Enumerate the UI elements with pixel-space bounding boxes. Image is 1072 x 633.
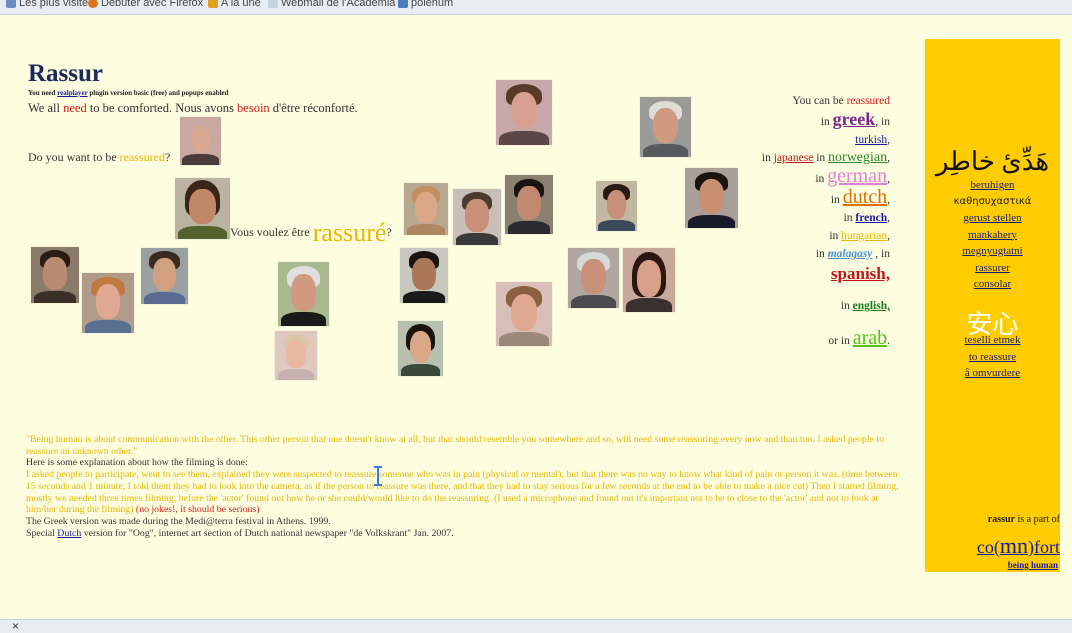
- language-link-dutch[interactable]: dutch: [843, 186, 887, 208]
- bookmark-folder-icon: [6, 0, 16, 8]
- language-link-malagasy[interactable]: malagasy: [828, 248, 873, 260]
- portrait-thumbnail[interactable]: [404, 183, 448, 235]
- portrait-thumbnail[interactable]: [398, 321, 443, 376]
- bookmark-polenum[interactable]: polenum: [398, 0, 453, 9]
- no-jokes-note: (no jokes!, it should be serious): [133, 504, 260, 516]
- language-link-norwegian[interactable]: norwegian: [828, 150, 887, 165]
- portrait-thumbnail[interactable]: [623, 248, 675, 312]
- bookmark-most-visited[interactable]: Les plus visités: [6, 0, 94, 9]
- translation-link-malagasy[interactable]: mankahery: [925, 227, 1060, 244]
- portrait-thumbnail[interactable]: [175, 178, 230, 239]
- greek-version-note: The Greek version was made during the Me…: [26, 515, 331, 527]
- quote-text: "Being human is about communication with…: [26, 434, 885, 457]
- bookmark-getting-started[interactable]: Débuter avec Firefox: [88, 0, 203, 9]
- text-cursor-icon: [374, 466, 382, 486]
- comfort-link[interactable]: co(mn)fort: [977, 533, 1060, 559]
- translation-link-dutch[interactable]: gerust stellen: [925, 210, 1060, 227]
- portrait-thumbnail[interactable]: [568, 248, 619, 308]
- portrait-thumbnail[interactable]: [596, 181, 637, 231]
- portrait-thumbnail[interactable]: [275, 331, 317, 380]
- close-icon[interactable]: ×: [12, 619, 19, 633]
- portrait-thumbnail[interactable]: [453, 189, 501, 245]
- dutch-version-link[interactable]: Dutch: [57, 528, 81, 539]
- arabic-title: هَدِّئ خاطِر: [935, 147, 1050, 176]
- portrait-thumbnail[interactable]: [31, 247, 79, 303]
- translation-link-hungarian[interactable]: megnyugtatni: [925, 243, 1060, 260]
- dutch-version-note: Special Dutch version for "Oog", interne…: [26, 527, 454, 539]
- language-link-german[interactable]: german: [827, 165, 887, 187]
- translation-sidebar: هَدِّئ خاطِر beruhigen καθησυχαστικά ger…: [925, 39, 1060, 572]
- bookmark-headlines[interactable]: A la une: [208, 0, 261, 9]
- part-of-text: rassur is a part of: [987, 514, 1060, 525]
- portrait-thumbnail[interactable]: [400, 248, 448, 303]
- language-link-spanish[interactable]: spanish,: [831, 264, 890, 283]
- language-link-hungarian[interactable]: hungarian: [841, 230, 887, 242]
- being-human-link[interactable]: being human: [1008, 560, 1058, 570]
- portrait-thumbnail[interactable]: [82, 273, 134, 333]
- portrait-thumbnail[interactable]: [685, 168, 738, 228]
- portrait-thumbnail[interactable]: [505, 175, 553, 234]
- translation-link-norwegian[interactable]: å omvurdere: [925, 365, 1060, 382]
- translation-list: beruhigen καθησυχαστικά gerust stellen m…: [925, 177, 1060, 293]
- explanation-block: "Being human is about communication with…: [26, 434, 906, 539]
- page-icon: [398, 0, 408, 8]
- translation-greek: καθησυχαστικά: [953, 195, 1032, 207]
- language-link-english[interactable]: english,: [853, 300, 890, 312]
- plugin-note: You need realplayer plugin version basic…: [28, 89, 229, 97]
- translation-link-german[interactable]: beruhigen: [925, 177, 1060, 194]
- language-list: You can be reassured in greek, in turkis…: [761, 95, 890, 349]
- status-bar: ×: [0, 619, 1072, 633]
- translation-link-spanish[interactable]: consolar: [925, 276, 1060, 293]
- question-french: Vous voulez être rassuré?: [230, 218, 392, 247]
- page-title: Rassur: [28, 60, 104, 87]
- portrait-thumbnail[interactable]: [141, 248, 188, 304]
- portrait-thumbnail[interactable]: [278, 262, 329, 326]
- language-link-japanese[interactable]: japanese: [774, 152, 814, 164]
- page-icon: [268, 0, 278, 8]
- bookmark-webmail[interactable]: Webmail de l'Academia: [268, 0, 395, 9]
- portrait-thumbnail[interactable]: [496, 282, 552, 346]
- bookmarks-toolbar: Les plus visités Débuter avec Firefox A …: [0, 0, 1072, 15]
- language-link-french[interactable]: french: [855, 212, 887, 224]
- intro-text: We all need to be comforted. Nous avons …: [28, 101, 358, 115]
- portrait-thumbnail[interactable]: [180, 117, 221, 165]
- language-link-greek[interactable]: greek: [833, 109, 876, 129]
- firefox-icon: [88, 0, 98, 8]
- translation-list-2: teselli etmek to reassure å omvurdere: [925, 332, 1060, 382]
- translation-link-english[interactable]: to reassure: [925, 349, 1060, 366]
- explanation-title: Here is some explanation about how the f…: [26, 457, 248, 469]
- rss-icon: [208, 0, 218, 8]
- language-link-turkish[interactable]: turkish: [855, 134, 887, 146]
- language-link-arab[interactable]: arab: [853, 327, 887, 349]
- translation-link-french[interactable]: rassurer: [925, 260, 1060, 277]
- realplayer-link[interactable]: realplayer: [57, 89, 87, 97]
- question-english: Do you want to be reassured?: [28, 150, 171, 164]
- portrait-thumbnail[interactable]: [640, 97, 691, 157]
- portrait-thumbnail[interactable]: [496, 80, 552, 145]
- translation-link-turkish[interactable]: teselli etmek: [925, 332, 1060, 349]
